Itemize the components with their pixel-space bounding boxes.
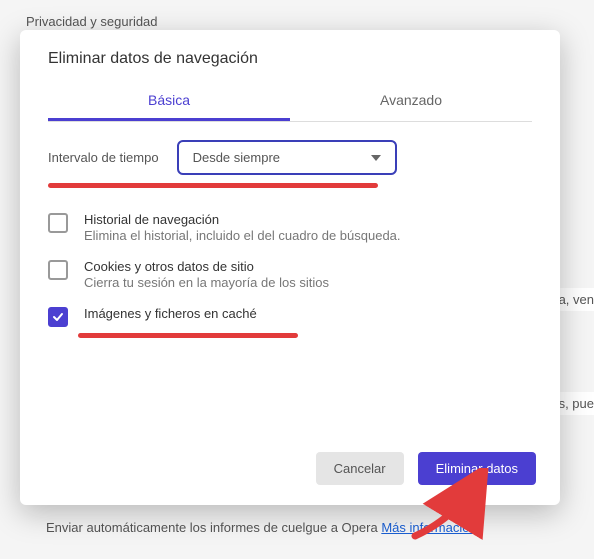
option-cache-title: Imágenes y ficheros en caché [84,306,257,321]
crash-report-label: Enviar automáticamente los informes de c… [46,520,378,535]
time-range-value: Desde siempre [193,150,280,165]
more-info-link[interactable]: Más información [381,520,476,535]
crash-report-row: Enviar automáticamente los informes de c… [46,520,477,535]
option-history-title: Historial de navegación [84,212,401,227]
cancel-button[interactable]: Cancelar [316,452,404,485]
clear-browsing-data-dialog: Eliminar datos de navegación Básica Avan… [20,30,560,505]
option-history-sub: Elimina el historial, incluido el del cu… [84,228,401,243]
chevron-down-icon [371,155,381,161]
option-cookies-sub: Cierra tu sesión en la mayoría de los si… [84,275,329,290]
time-range-select[interactable]: Desde siempre [177,140,397,175]
tab-bar: Básica Avanzado [48,82,532,122]
option-cache[interactable]: Imágenes y ficheros en caché [48,298,532,335]
checkbox-cache[interactable] [48,307,68,327]
annotation-underline [78,333,298,338]
option-cookies-title: Cookies y otros datos de sitio [84,259,329,274]
dialog-body: Intervalo de tiempo Desde siempre Histor… [20,122,560,440]
checkbox-cookies[interactable] [48,260,68,280]
annotation-underline [48,183,378,188]
option-history[interactable]: Historial de navegación Elimina el histo… [48,204,532,251]
checkbox-history[interactable] [48,213,68,233]
dialog-title: Eliminar datos de navegación [20,30,560,82]
time-range-label: Intervalo de tiempo [48,150,159,165]
dialog-footer: Cancelar Eliminar datos [20,440,560,505]
section-heading: Privacidad y seguridad [26,14,568,29]
tab-basic[interactable]: Básica [48,82,290,121]
tab-advanced[interactable]: Avanzado [290,82,532,121]
clear-data-button[interactable]: Eliminar datos [418,452,536,485]
option-cookies[interactable]: Cookies y otros datos de sitio Cierra tu… [48,251,532,298]
